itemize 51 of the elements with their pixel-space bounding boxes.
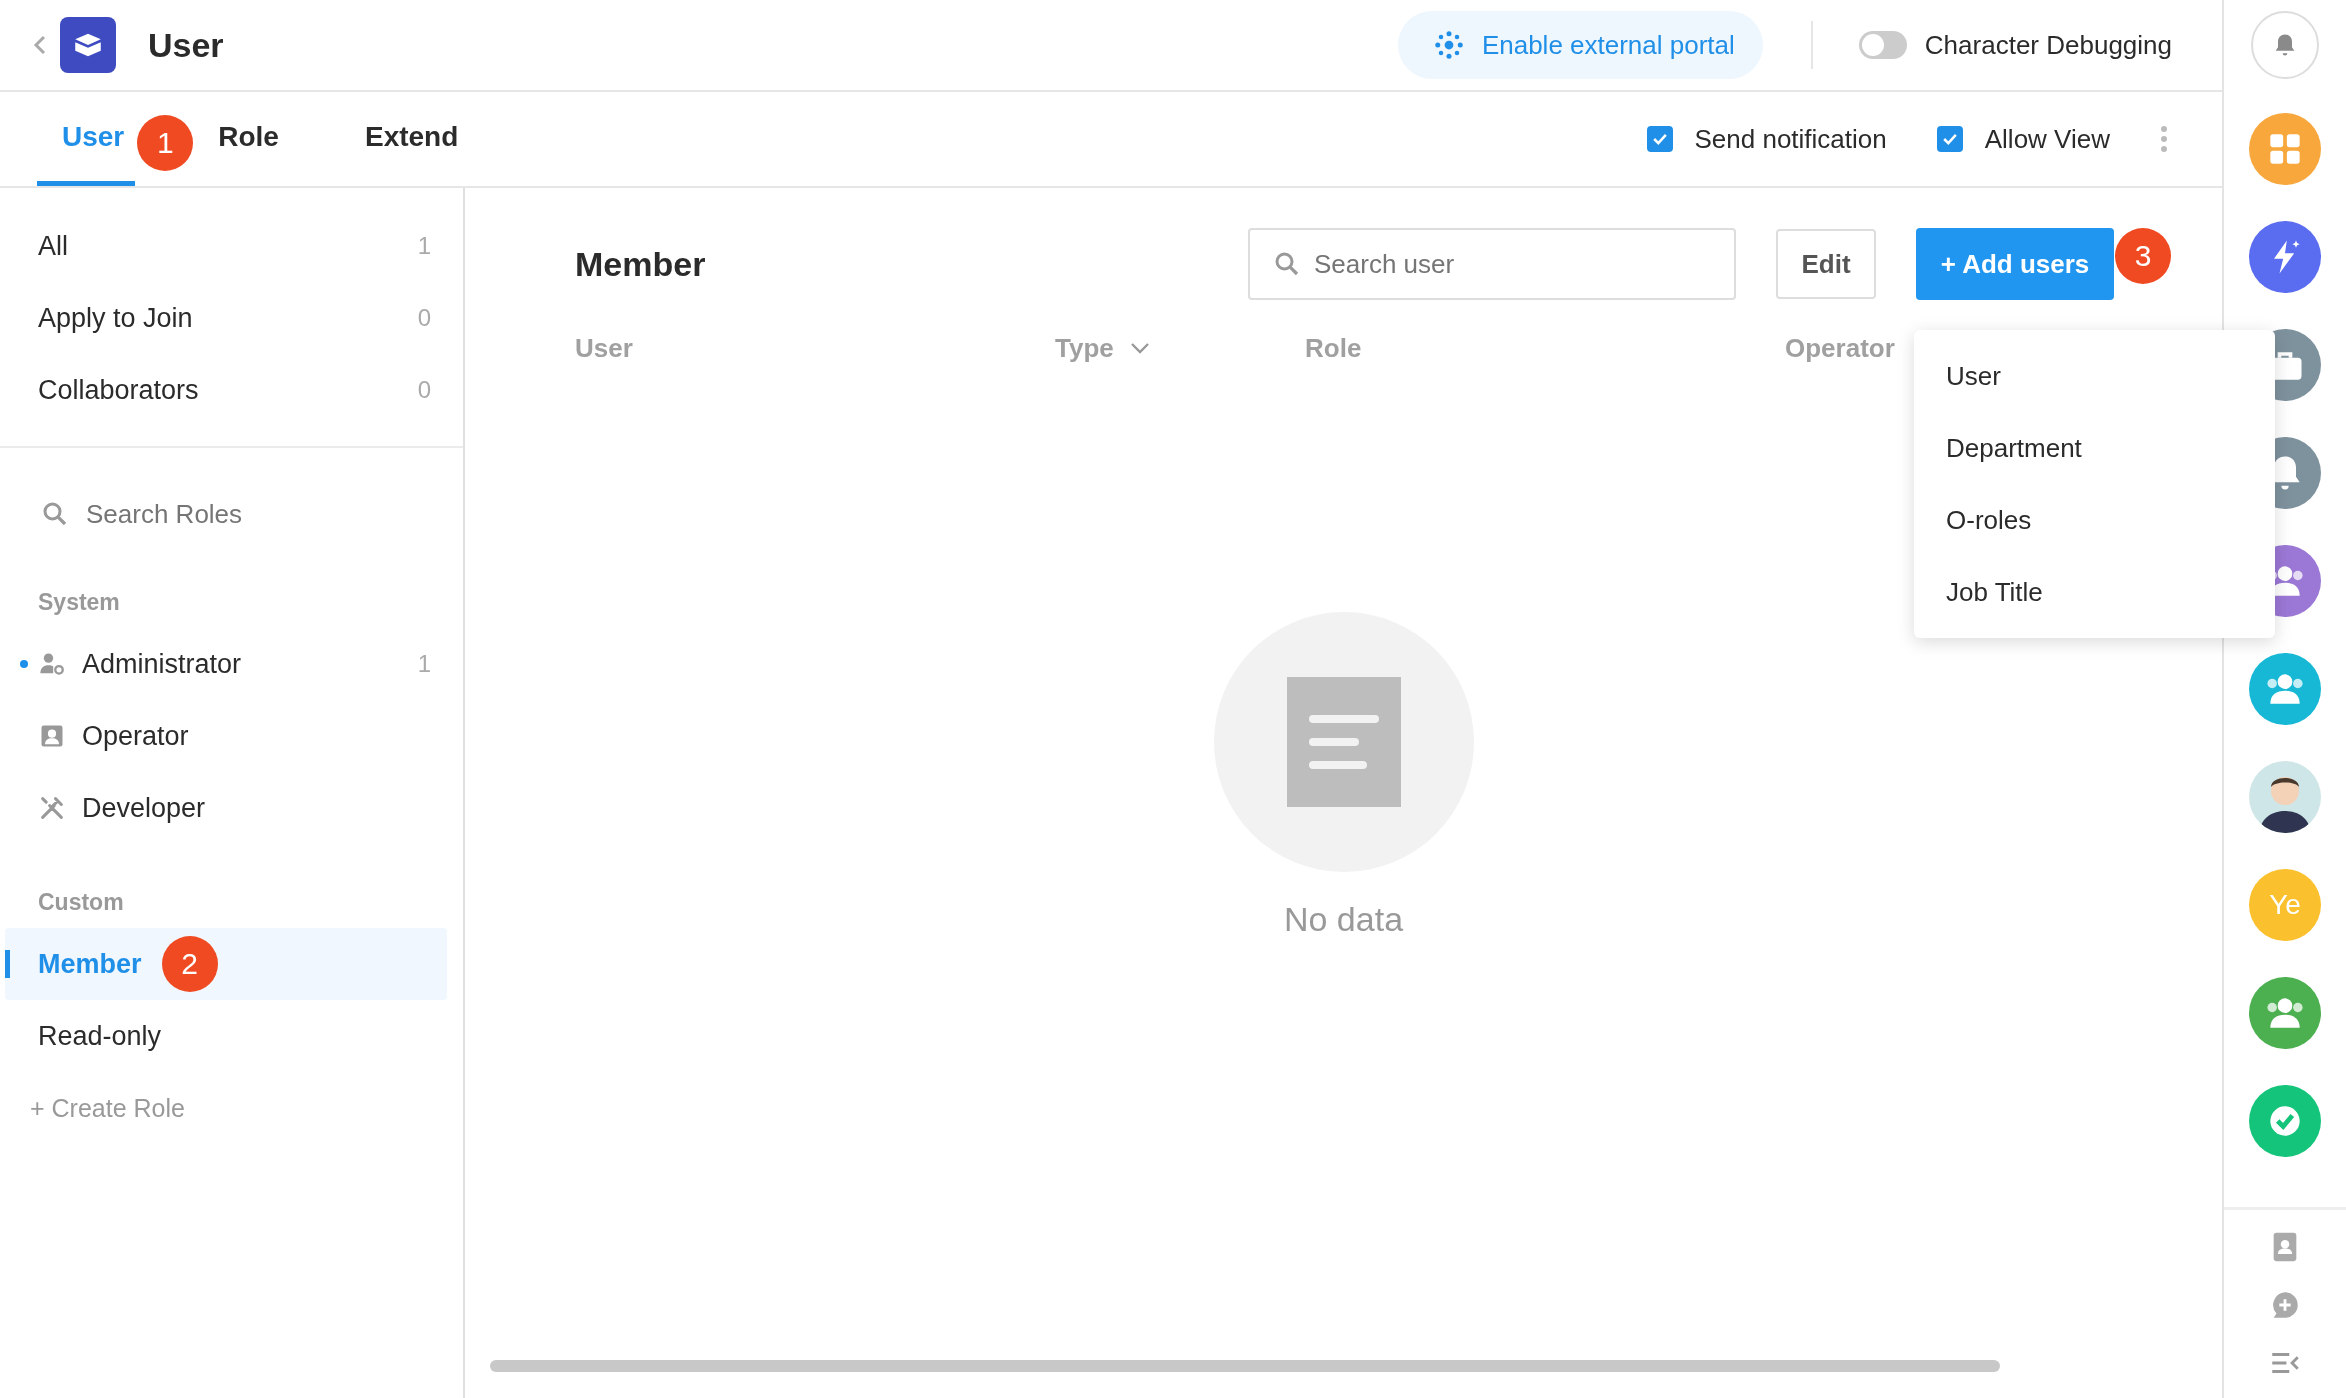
role-label: Member <box>38 948 142 980</box>
tools-icon <box>38 794 66 822</box>
empty-message: No data <box>1283 900 1404 939</box>
debug-toggle[interactable] <box>1858 31 1907 59</box>
chevron-down-icon[interactable] <box>1129 342 1150 354</box>
checkbox[interactable] <box>1936 126 1963 152</box>
role-item[interactable]: Administrator 1 <box>0 628 463 700</box>
role-label: Operator <box>82 720 189 752</box>
app-logo <box>60 17 116 73</box>
step-badge: 3 <box>2115 228 2171 284</box>
page-title: User <box>148 25 224 65</box>
checkbox-label: Allow View <box>1984 123 2110 155</box>
notification-button[interactable] <box>2251 11 2319 79</box>
menu-item[interactable]: User <box>1914 340 2275 412</box>
role-item[interactable]: Developer <box>0 772 463 844</box>
role-item[interactable]: Operator <box>0 700 463 772</box>
column-header: Role <box>1305 332 1362 364</box>
item-count: 0 <box>417 376 431 404</box>
group-heading: System <box>38 587 121 617</box>
checkbox-label: Send notification <box>1694 123 1887 155</box>
tab[interactable]: Role <box>193 92 290 186</box>
column-header: Type <box>1055 332 1114 364</box>
menu-item[interactable]: Department <box>1914 412 2275 484</box>
step-badge: 2 <box>161 936 218 992</box>
filter-item[interactable]: Apply to Join <box>38 302 193 334</box>
tab[interactable]: Extend <box>339 92 470 186</box>
column-header: User <box>575 332 633 364</box>
toggle-label: Character Debugging <box>1924 29 2172 61</box>
scrollbar[interactable] <box>490 1360 2000 1372</box>
filter-item[interactable]: Collaborators <box>38 374 199 406</box>
selection-indicator <box>5 950 10 978</box>
edit-button[interactable]: Edit <box>1776 229 1876 299</box>
more-icon[interactable] <box>2160 125 2168 153</box>
section-title: Member <box>575 244 706 284</box>
dots-ring-icon <box>1433 30 1464 60</box>
item-count: 1 <box>417 232 431 260</box>
role-label: Developer <box>82 792 206 824</box>
column-header: Operator <box>1785 332 1895 364</box>
checkbox[interactable] <box>1646 126 1673 152</box>
menu-item[interactable]: O-roles <box>1914 484 2275 556</box>
group-heading: Custom <box>38 887 125 917</box>
role-label: Administrator <box>82 648 242 680</box>
filter-item[interactable]: All <box>38 230 68 262</box>
role-item[interactable]: Read-only <box>0 1000 463 1072</box>
menu-item[interactable]: Job Title <box>1914 556 2275 628</box>
role-item[interactable]: Member 2 <box>5 928 447 1000</box>
item-count: 0 <box>417 304 431 332</box>
role-label: Read-only <box>38 1020 162 1052</box>
user-search-field[interactable]: Search user <box>1248 228 1736 300</box>
item-count: 1 <box>417 650 431 678</box>
step-badge: 1 <box>137 115 194 171</box>
